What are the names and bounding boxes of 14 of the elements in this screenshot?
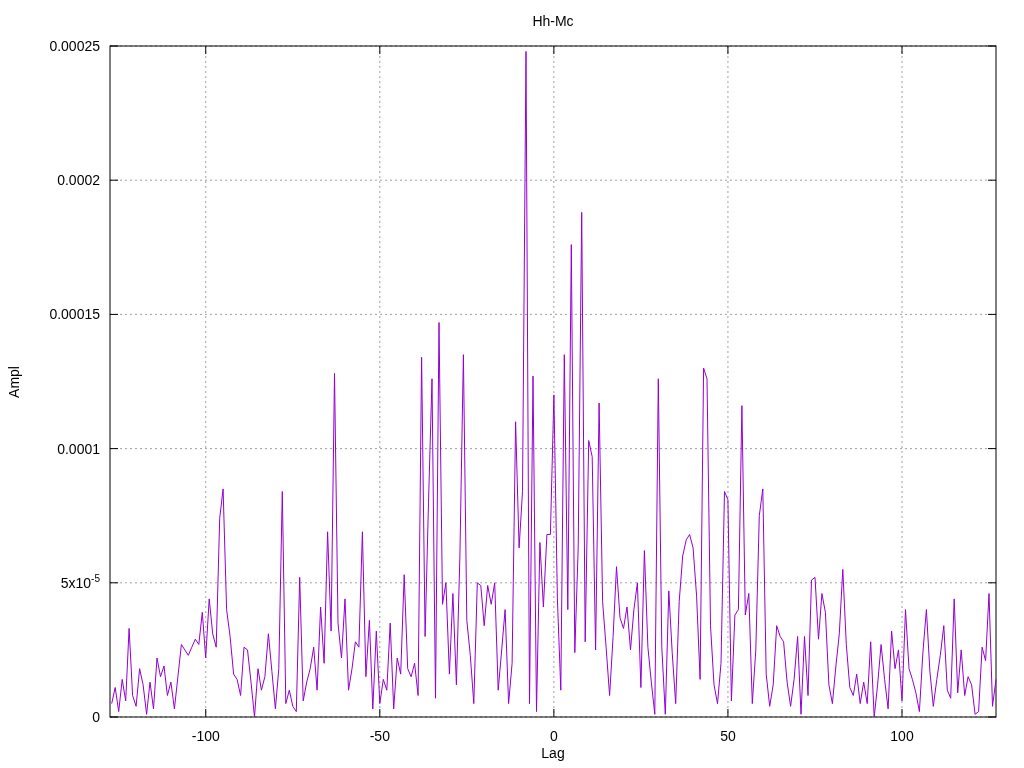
axis-label: Lag — [541, 746, 565, 760]
axis-tick-label: -50 — [369, 729, 390, 743]
chart-title: Hh-Mc — [532, 14, 574, 28]
axis-tick-label: 0.0002 — [57, 173, 100, 188]
axis-tick-label: 100 — [890, 729, 914, 743]
axis-tick-label: 0.00015 — [49, 307, 100, 322]
axis-tick-label: 0.00025 — [49, 39, 100, 53]
axis-tick-label: 0 — [92, 710, 100, 724]
axis-tick-label: -100 — [191, 729, 220, 743]
axis-tick-label: 0.0001 — [57, 441, 100, 456]
axis-tick-label: 50 — [720, 729, 736, 743]
axis-tick-label: 0 — [549, 729, 558, 743]
axis-tick-label: 5x10$^{-5}$ — [60, 575, 100, 590]
axis-label: Ampl — [7, 365, 21, 398]
